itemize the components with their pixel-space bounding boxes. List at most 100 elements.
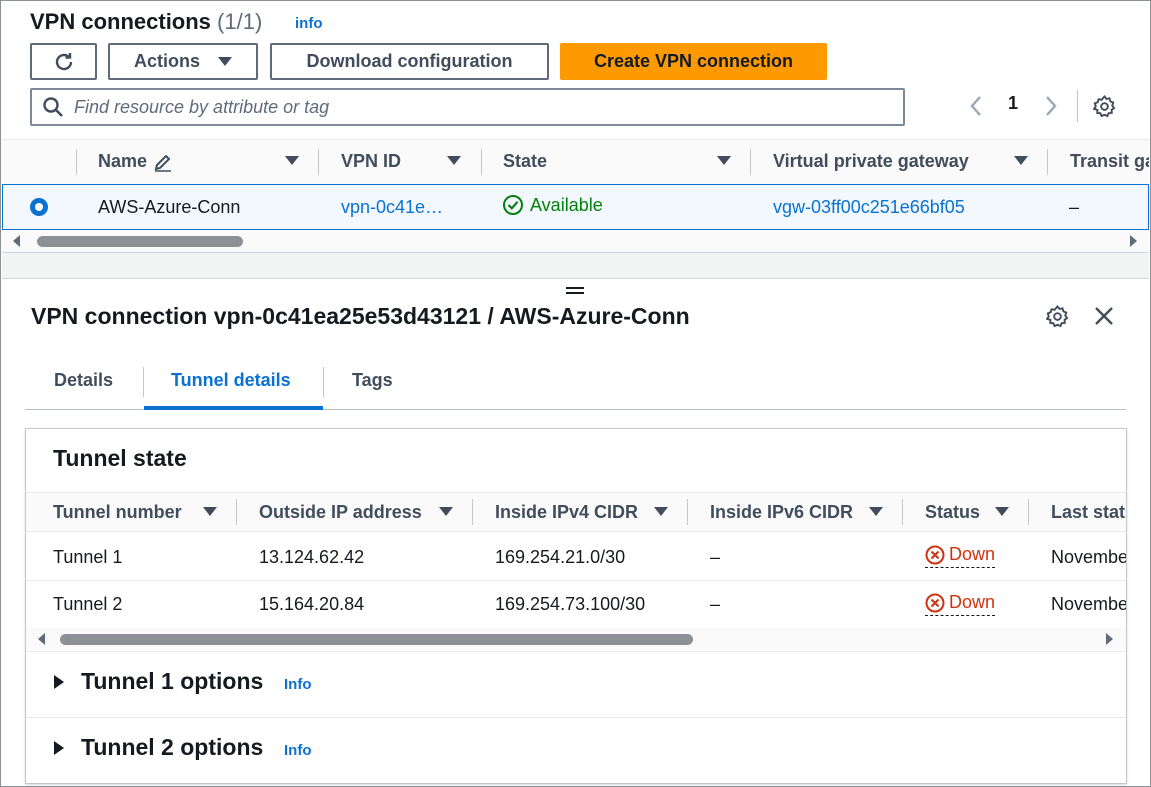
state-label: Available <box>530 194 603 215</box>
sort-caret-icon[interactable] <box>869 507 883 516</box>
row-name: AWS-Azure-Conn <box>98 197 241 217</box>
row-vgw-link[interactable]: vgw-03ff00c251e66bf05 <box>773 197 965 218</box>
refresh-icon <box>53 51 75 73</box>
split-panel-divider <box>2 252 1149 279</box>
edit-pencil-icon <box>153 152 173 172</box>
sort-caret-icon[interactable] <box>717 156 731 165</box>
column-header-transit-gateway[interactable]: Transit ga <box>1070 139 1149 184</box>
column-header-inside-ipv4[interactable]: Inside IPv4 CIDR <box>495 492 638 532</box>
sort-caret-icon[interactable] <box>995 507 1009 516</box>
next-page-icon[interactable] <box>1042 95 1060 117</box>
search-placeholder: Find resource by attribute or tag <box>74 96 330 117</box>
inside-ipv4: 169.254.73.100/30 <box>495 594 646 614</box>
column-divider <box>902 499 903 525</box>
column-header-tunnel-number[interactable]: Tunnel number <box>53 492 182 532</box>
download-configuration-button[interactable]: Download configuration <box>270 43 549 80</box>
row-transit-gateway: – <box>1069 197 1080 217</box>
column-divider <box>481 149 482 175</box>
check-circle-icon <box>502 194 524 216</box>
split-panel-title: VPN connection vpn-0c41ea25e53d43121 / A… <box>31 303 690 329</box>
expand-caret-icon[interactable] <box>54 675 64 689</box>
tab-separator <box>323 367 324 397</box>
inside-ipv4: 169.254.21.0/30 <box>495 547 626 567</box>
search-input[interactable]: Find resource by attribute or tag <box>30 88 905 126</box>
sort-caret-icon[interactable] <box>203 507 217 516</box>
outside-ip: 15.164.20.84 <box>259 594 365 614</box>
tunnel-1-info-link[interactable]: Info <box>284 676 312 693</box>
tab-separator <box>143 367 144 397</box>
column-divider <box>687 499 688 525</box>
tunnel-2-options-title[interactable]: Tunnel 2 options <box>81 734 263 761</box>
tunnel-number: Tunnel 1 <box>53 547 123 567</box>
tunnel-number: Tunnel 2 <box>53 594 123 614</box>
last-status-change: Novembe <box>1051 547 1126 567</box>
page-title: VPN connections (1/1) <box>30 9 262 35</box>
status-down[interactable]: Down <box>925 544 996 568</box>
column-divider <box>472 499 473 525</box>
sort-caret-icon[interactable] <box>654 507 668 516</box>
sort-caret-icon[interactable] <box>285 156 299 165</box>
page-title-text: VPN connections <box>30 9 211 34</box>
close-icon[interactable] <box>1094 306 1114 326</box>
column-label: Name <box>98 151 148 171</box>
info-link[interactable]: info <box>295 15 323 32</box>
table-header <box>2 139 1150 184</box>
pager-divider <box>1077 90 1078 122</box>
column-divider <box>1047 149 1048 175</box>
scrollbar-thumb[interactable] <box>60 634 693 645</box>
panel-settings-gear-icon[interactable] <box>1046 305 1069 328</box>
actions-button[interactable]: Actions <box>108 43 258 80</box>
column-header-virtual-private-gateway[interactable]: Virtual private gateway <box>773 139 969 184</box>
refresh-button[interactable] <box>30 43 97 80</box>
error-x-circle-icon <box>925 545 949 565</box>
column-header-last-status-change[interactable]: Last stat <box>1051 492 1126 532</box>
scroll-right-arrow-icon[interactable] <box>1104 633 1114 645</box>
outside-ip: 13.124.62.42 <box>259 547 365 567</box>
column-header-state[interactable]: State <box>503 139 547 184</box>
scrollbar-thumb[interactable] <box>37 236 243 247</box>
scroll-right-arrow-icon[interactable] <box>1128 235 1138 247</box>
actions-label: Actions <box>133 51 200 71</box>
column-divider <box>318 149 319 175</box>
search-icon <box>42 96 64 118</box>
row-divider <box>26 580 1126 581</box>
tab-details[interactable]: Details <box>54 370 113 391</box>
selection-count: (1/1) <box>217 9 263 34</box>
prev-page-icon[interactable] <box>967 95 985 117</box>
row-radio-selected[interactable] <box>29 197 49 217</box>
column-divider <box>750 149 751 175</box>
tunnel-2-info-link[interactable]: Info <box>284 742 312 759</box>
row-state: Available <box>502 194 603 216</box>
column-header-outside-ip[interactable]: Outside IP address <box>259 492 422 532</box>
column-header-inside-ipv6[interactable]: Inside IPv6 CIDR <box>710 492 853 532</box>
resize-handle-icon[interactable] <box>566 287 584 297</box>
tab-tunnel-details[interactable]: Tunnel details <box>171 370 291 391</box>
status-label: Down <box>949 544 996 564</box>
inside-ipv6: – <box>710 594 721 614</box>
expand-caret-icon[interactable] <box>54 741 64 755</box>
tunnel-state-title: Tunnel state <box>53 445 187 471</box>
caret-down-icon <box>218 57 232 66</box>
create-vpn-connection-button[interactable]: Create VPN connection <box>560 43 827 80</box>
column-header-vpn-id[interactable]: VPN ID <box>341 139 401 184</box>
sort-caret-icon[interactable] <box>447 156 461 165</box>
row-vpn-id-link[interactable]: vpn-0c41e… <box>341 197 443 218</box>
create-label: Create VPN connection <box>593 51 794 71</box>
last-status-change: Novembe <box>1051 594 1126 614</box>
column-header-name[interactable]: Name <box>98 139 173 184</box>
error-x-circle-icon <box>925 593 949 613</box>
inside-ipv6: – <box>710 547 721 567</box>
column-header-status[interactable]: Status <box>925 492 980 532</box>
settings-gear-icon[interactable] <box>1093 95 1116 118</box>
page-number[interactable]: 1 <box>1008 93 1018 114</box>
sort-caret-icon[interactable] <box>1014 156 1028 165</box>
active-tab-indicator <box>144 406 323 410</box>
scroll-left-arrow-icon[interactable] <box>37 633 47 645</box>
status-label: Down <box>949 592 996 612</box>
scroll-left-arrow-icon[interactable] <box>12 235 22 247</box>
tab-tags[interactable]: Tags <box>352 370 393 391</box>
column-divider <box>1028 499 1029 525</box>
sort-caret-icon[interactable] <box>439 507 453 516</box>
tunnel-1-options-title[interactable]: Tunnel 1 options <box>81 668 263 695</box>
status-down[interactable]: Down <box>925 592 996 616</box>
